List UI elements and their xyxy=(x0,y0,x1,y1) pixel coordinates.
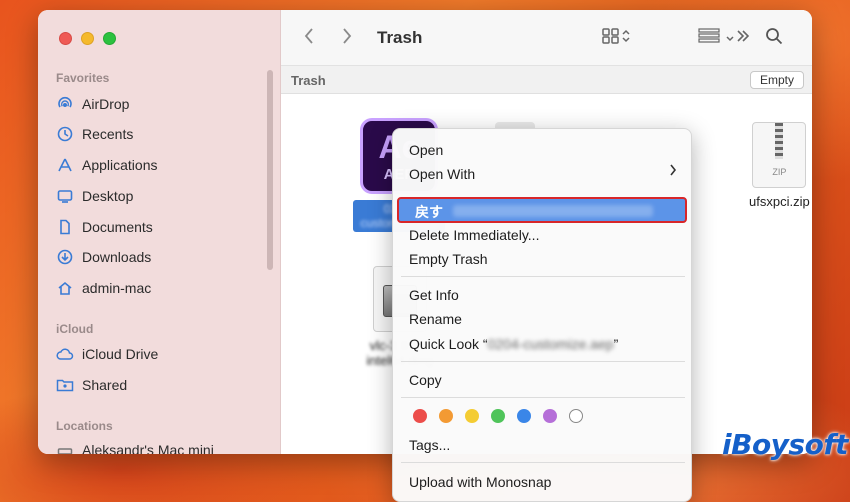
file-zip[interactable]: ZIP ufsxpci.zip xyxy=(749,122,810,209)
blurred-region xyxy=(453,205,653,217)
tag-yellow[interactable] xyxy=(465,409,479,423)
chevron-down-icon xyxy=(725,28,735,49)
sidebar-item-downloads[interactable]: Downloads xyxy=(56,245,151,269)
cloud-icon xyxy=(56,345,74,363)
sidebar-item-desktop[interactable]: Desktop xyxy=(56,184,133,208)
menu-item-put-back[interactable]: 戻す xyxy=(397,197,687,223)
zip-file-icon: ZIP xyxy=(752,122,807,188)
menu-item-get-info[interactable]: Get Info xyxy=(409,285,459,305)
group-by-button[interactable] xyxy=(697,26,735,50)
home-icon xyxy=(56,279,74,297)
sidebar-item-label: Desktop xyxy=(82,188,134,204)
tag-purple[interactable] xyxy=(543,409,557,423)
menu-item-label: 戻す xyxy=(415,204,443,220)
document-icon xyxy=(56,218,74,236)
sidebar-item-icloud-drive[interactable]: iCloud Drive xyxy=(56,342,158,366)
computer-icon xyxy=(56,441,74,454)
sidebar-section-favorites: Favorites xyxy=(56,71,110,85)
double-chevron-right-icon xyxy=(735,28,751,49)
sidebar-item-label: Applications xyxy=(82,157,158,173)
quick-look-filename: 0204-customize.aep xyxy=(487,336,614,352)
menu-item-open-with[interactable]: Open With xyxy=(409,164,679,184)
menu-separator xyxy=(401,397,685,398)
minimize-window-button[interactable] xyxy=(81,32,94,45)
menu-separator xyxy=(401,361,685,362)
group-icon xyxy=(697,27,721,50)
zipper-icon xyxy=(775,123,784,159)
forward-button[interactable] xyxy=(341,26,353,50)
menu-item-rename[interactable]: Rename xyxy=(409,309,462,329)
shared-folder-icon xyxy=(56,376,74,394)
sidebar-item-label: Recents xyxy=(82,126,134,142)
chevron-left-icon xyxy=(303,27,315,50)
more-toolbar-button[interactable] xyxy=(735,26,751,50)
close-window-button[interactable] xyxy=(59,32,72,45)
quick-look-suffix: ” xyxy=(613,336,619,352)
path-label: Trash xyxy=(291,73,326,88)
tag-none[interactable] xyxy=(569,409,583,423)
chevron-right-icon xyxy=(341,27,353,50)
tag-blue[interactable] xyxy=(517,409,531,423)
sidebar-item-label: Aleksandr's Mac mini xyxy=(82,442,214,454)
sidebar-item-label: AirDrop xyxy=(82,96,130,112)
menu-item-label: Open With xyxy=(409,166,476,182)
sidebar-item-label: admin-mac xyxy=(82,280,152,296)
menu-item-copy[interactable]: Copy xyxy=(409,370,442,390)
sidebar-item-home[interactable]: admin-mac xyxy=(56,276,151,300)
brand-watermark: iBoysoft xyxy=(722,428,848,461)
file-name-text: ufsxpci.zip xyxy=(749,194,810,209)
maximize-window-button[interactable] xyxy=(103,32,116,45)
sidebar-scrollbar[interactable] xyxy=(267,70,273,270)
menu-separator xyxy=(401,276,685,277)
clock-icon xyxy=(56,125,74,143)
back-button[interactable] xyxy=(303,26,315,50)
sidebar-item-airdrop[interactable]: AirDrop xyxy=(56,92,129,116)
menu-item-upload-monosnap[interactable]: Upload with Monosnap xyxy=(409,472,551,492)
tag-green[interactable] xyxy=(491,409,505,423)
menu-item-empty-trash[interactable]: Empty Trash xyxy=(409,249,488,269)
sidebar-item-documents[interactable]: Documents xyxy=(56,215,153,239)
search-icon xyxy=(765,27,783,50)
sidebar-item-recents[interactable]: Recents xyxy=(56,122,133,146)
menu-item-delete-immediately[interactable]: Delete Immediately... xyxy=(409,225,539,245)
sidebar-item-mac-mini[interactable]: Aleksandr's Mac mini xyxy=(56,438,214,454)
view-mode-button[interactable] xyxy=(601,26,631,50)
sidebar-item-shared[interactable]: Shared xyxy=(56,373,127,397)
sidebar-item-label: Documents xyxy=(82,219,153,235)
applications-icon xyxy=(56,156,74,174)
sidebar-item-label: Shared xyxy=(82,377,128,393)
menu-separator xyxy=(401,462,685,463)
sidebar-item-applications[interactable]: Applications xyxy=(56,153,158,177)
sidebar-section-locations: Locations xyxy=(56,419,113,433)
grid-view-icon xyxy=(601,27,621,50)
quick-look-prefix: Quick Look “ xyxy=(409,336,488,352)
chevron-right-icon xyxy=(669,163,677,179)
menu-item-open[interactable]: Open xyxy=(409,140,443,160)
search-button[interactable] xyxy=(765,26,783,50)
path-bar: Trash Empty xyxy=(281,66,812,94)
tag-red[interactable] xyxy=(413,409,427,423)
tag-orange[interactable] xyxy=(439,409,453,423)
download-icon xyxy=(56,248,74,266)
sidebar-item-label: Downloads xyxy=(82,249,152,265)
menu-item-tags[interactable]: Tags... xyxy=(409,435,450,455)
empty-trash-button[interactable]: Empty xyxy=(750,71,804,89)
window-title: Trash xyxy=(377,28,423,47)
updown-chevron-icon xyxy=(621,28,631,49)
sidebar-item-label: iCloud Drive xyxy=(82,346,159,362)
toolbar: Trash xyxy=(281,10,812,66)
sidebar-section-icloud: iCloud xyxy=(56,322,94,336)
desktop-icon xyxy=(56,187,74,205)
zip-icon-label: ZIP xyxy=(772,167,787,177)
context-menu: Open Open With 戻す Delete Immediately... … xyxy=(392,128,692,502)
airdrop-icon xyxy=(56,95,74,113)
menu-item-quick-look[interactable]: Quick Look “0204-customize.aep” xyxy=(409,334,618,354)
sidebar: Favorites AirDrop Recents Applications D… xyxy=(38,10,281,454)
